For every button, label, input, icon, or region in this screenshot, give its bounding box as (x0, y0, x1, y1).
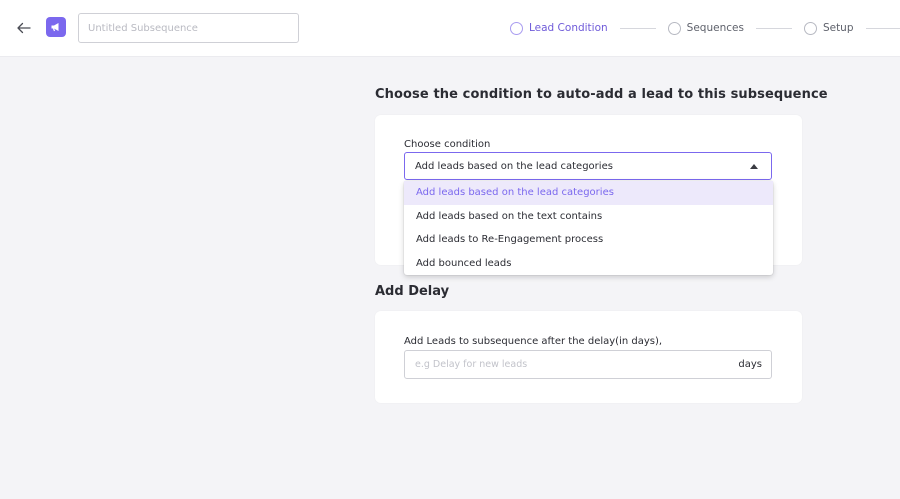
condition-section-title: Choose the condition to auto-add a lead … (375, 87, 828, 102)
condition-select-value: Add leads based on the lead categories (415, 160, 613, 172)
back-arrow-icon[interactable] (14, 18, 34, 38)
step-lead-condition[interactable]: Lead Condition (510, 21, 608, 35)
step-label: Sequences (686, 22, 744, 34)
condition-dropdown-menu: Add leads based on the lead categories A… (404, 181, 773, 275)
days-suffix: days (738, 359, 762, 370)
dropdown-option-re-engagement[interactable]: Add leads to Re-Engagement process (404, 228, 773, 252)
step-setup[interactable]: Setup (803, 21, 854, 35)
step-label: Setup (822, 22, 854, 34)
step-sequences[interactable]: Sequences (667, 21, 744, 35)
step-circle-icon (510, 21, 523, 35)
step-label: Lead Condition (529, 22, 608, 34)
megaphone-icon (46, 17, 66, 37)
condition-select[interactable]: Add leads based on the lead categories (404, 152, 772, 180)
delay-card: Add Leads to subsequence after the delay… (375, 311, 802, 403)
step-circle-icon (667, 21, 681, 35)
step-divider (619, 27, 656, 29)
progress-stepper: Lead Condition Sequences Setup Fi (510, 19, 900, 37)
step-divider (755, 27, 792, 29)
delay-field-label: Add Leads to subsequence after the delay… (404, 336, 663, 347)
delay-days-input[interactable] (405, 351, 739, 378)
step-circle-icon (803, 21, 817, 35)
top-bar: Lead Condition Sequences Setup Fi (0, 0, 900, 57)
delay-section-title: Add Delay (375, 284, 450, 299)
caret-up-icon (750, 164, 758, 169)
dropdown-option-text-contains[interactable]: Add leads based on the text contains (404, 205, 773, 229)
condition-field-label: Choose condition (404, 139, 491, 150)
dropdown-option-lead-categories[interactable]: Add leads based on the lead categories (404, 181, 773, 205)
dropdown-option-bounced-leads[interactable]: Add bounced leads (404, 252, 773, 276)
delay-input-wrapper: days (404, 350, 772, 379)
subsequence-title-input[interactable] (78, 13, 299, 43)
step-divider (865, 27, 900, 29)
